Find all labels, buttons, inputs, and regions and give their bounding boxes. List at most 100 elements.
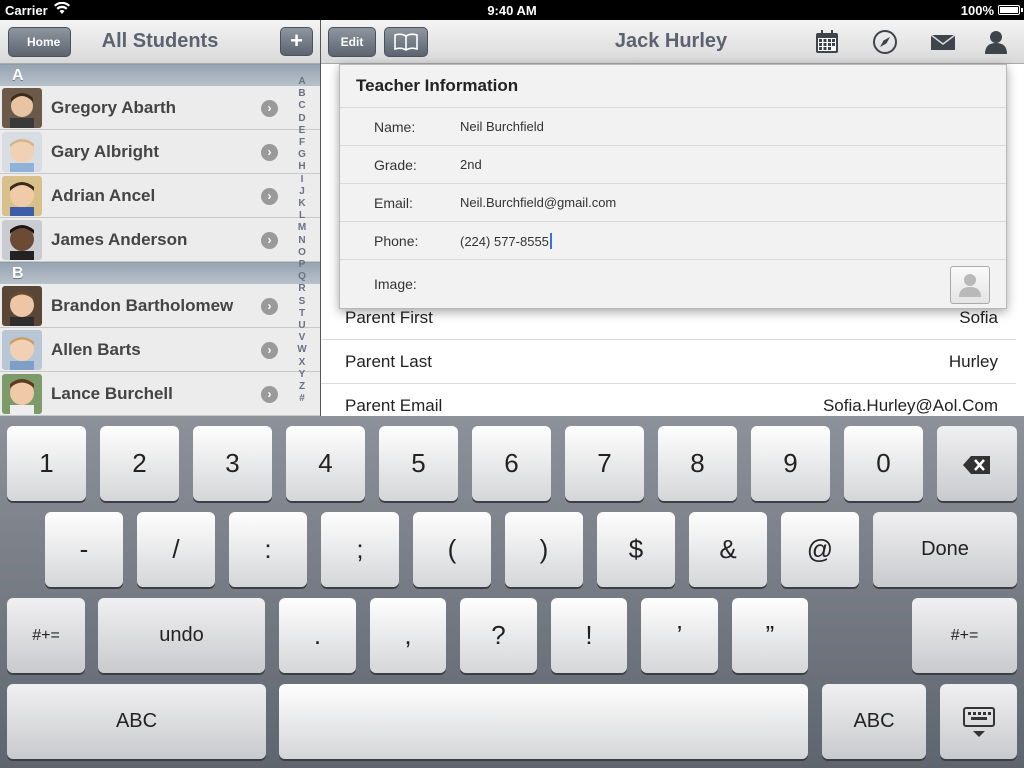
done-key[interactable]: Done [873,512,1017,587]
keyboard-dismiss-icon [962,707,995,738]
disclosure-chevron-icon[interactable]: › [261,100,278,117]
key-period[interactable]: . [279,598,356,673]
index-letter[interactable]: N [293,235,311,247]
index-letter[interactable]: M [293,222,311,234]
teacher-image-button[interactable] [950,266,990,304]
disclosure-chevron-icon[interactable]: › [261,386,278,403]
index-letter[interactable]: I [293,174,311,186]
index-letter[interactable]: T [293,308,311,320]
student-row[interactable]: Allen Barts › [0,328,320,372]
index-letter[interactable]: B [293,88,311,100]
index-letter[interactable]: F [293,137,311,149]
index-letter[interactable]: A [293,76,311,88]
student-row[interactable]: Adrian Ancel › [0,174,320,218]
student-list-navbar: Home All Students + [0,20,320,64]
key-question[interactable]: ? [460,598,537,673]
student-row[interactable]: Brandon Bartholomew › [0,284,320,328]
disclosure-chevron-icon[interactable]: › [261,298,278,315]
index-letter[interactable]: Y [293,369,311,381]
detail-row-parent-email[interactable]: Parent Email Sofia.Hurley@Aol.Com [321,384,1016,416]
detail-row-parent-last[interactable]: Parent Last Hurley [321,340,1016,384]
index-letter[interactable]: Z [293,381,311,393]
index-letter[interactable]: U [293,320,311,332]
key-slash[interactable]: / [137,512,215,587]
numeric-keyboard: 1 2 3 4 5 6 7 8 9 0 - / : ; ( ) $ & @ Do… [0,416,1024,768]
disclosure-chevron-icon[interactable]: › [261,342,278,359]
key-dollar[interactable]: $ [597,512,675,587]
space-key[interactable] [279,684,808,759]
key-4[interactable]: 4 [286,426,365,501]
index-letter[interactable]: V [293,332,311,344]
student-list-panel: Home All Students + A Gregory Abarth › G… [0,20,320,416]
dismiss-keyboard-key[interactable] [940,684,1017,759]
index-letter[interactable]: D [293,113,311,125]
key-apostrophe[interactable]: ’ [641,598,718,673]
teacher-image-field[interactable]: Image: [340,259,1006,309]
index-letter[interactable]: C [293,100,311,112]
student-row[interactable]: James Anderson › [0,218,320,262]
teacher-phone-field[interactable]: Phone: (224) 577-8555 [340,221,1006,259]
abc-key-left[interactable]: ABC [7,684,266,759]
disclosure-chevron-icon[interactable]: › [261,232,278,249]
key-exclamation[interactable]: ! [551,598,627,673]
index-letter[interactable]: O [293,247,311,259]
index-letter[interactable]: H [293,161,311,173]
person-icon[interactable] [983,29,1011,55]
key-ampersand[interactable]: & [689,512,767,587]
index-letter[interactable]: Q [293,271,311,283]
student-row[interactable]: Gary Albright › [0,130,320,174]
section-index-bar[interactable]: A B C D E F G H I J K L M N O P Q R S T U V W X Y Z # [293,76,311,405]
student-name: Brandon Bartholomew [51,296,234,315]
phone-input[interactable]: (224) 577-8555 [460,233,552,249]
section-header-b: B [0,262,320,284]
key-6[interactable]: 6 [472,426,551,501]
text-cursor [549,233,552,249]
index-letter[interactable]: G [293,149,311,161]
key-2[interactable]: 2 [100,426,179,501]
teacher-grade-field[interactable]: Grade: 2nd [340,145,1006,183]
backspace-key[interactable] [937,426,1017,501]
abc-key-right[interactable]: ABC [822,684,926,759]
compass-icon[interactable] [872,29,900,55]
key-9[interactable]: 9 [751,426,830,501]
key-close-paren[interactable]: ) [505,512,583,587]
index-letter[interactable]: X [293,357,311,369]
key-5[interactable]: 5 [379,426,458,501]
index-letter[interactable]: W [293,344,311,356]
key-0[interactable]: 0 [844,426,923,501]
key-colon[interactable]: : [229,512,307,587]
calendar-icon[interactable] [814,29,842,55]
key-comma[interactable]: , [370,598,446,673]
student-row[interactable]: Lance Burchell › [0,372,320,416]
index-letter[interactable]: P [293,259,311,271]
key-8[interactable]: 8 [658,426,737,501]
key-at[interactable]: @ [781,512,859,587]
index-letter[interactable]: K [293,198,311,210]
student-row[interactable]: Gregory Abarth › [0,86,320,130]
key-quote[interactable]: ” [732,598,808,673]
disclosure-chevron-icon[interactable]: › [261,144,278,161]
mail-icon[interactable] [930,29,958,55]
teacher-name-field[interactable]: Name: Neil Burchfield [340,107,1006,145]
add-student-button[interactable]: + [280,27,313,56]
disclosure-chevron-icon[interactable]: › [261,188,278,205]
index-letter[interactable]: J [293,186,311,198]
index-letter[interactable]: L [293,210,311,222]
popover-title: Teacher Information [356,76,519,95]
key-open-paren[interactable]: ( [413,512,491,587]
symbols-key-right[interactable]: #+= [912,598,1017,673]
key-hyphen[interactable]: - [45,512,123,587]
undo-key[interactable]: undo [98,598,265,673]
key-3[interactable]: 3 [193,426,272,501]
key-1[interactable]: 1 [7,426,86,501]
index-letter[interactable]: # [293,393,311,405]
edit-button[interactable]: Edit [328,27,376,57]
key-7[interactable]: 7 [565,426,644,501]
index-letter[interactable]: E [293,125,311,137]
symbols-key-left[interactable]: #+= [7,598,85,673]
book-button[interactable] [384,27,428,57]
key-semicolon[interactable]: ; [321,512,399,587]
index-letter[interactable]: R [293,283,311,295]
index-letter[interactable]: S [293,296,311,308]
teacher-email-field[interactable]: Email: Neil.Burchfield@gmail.com [340,183,1006,221]
